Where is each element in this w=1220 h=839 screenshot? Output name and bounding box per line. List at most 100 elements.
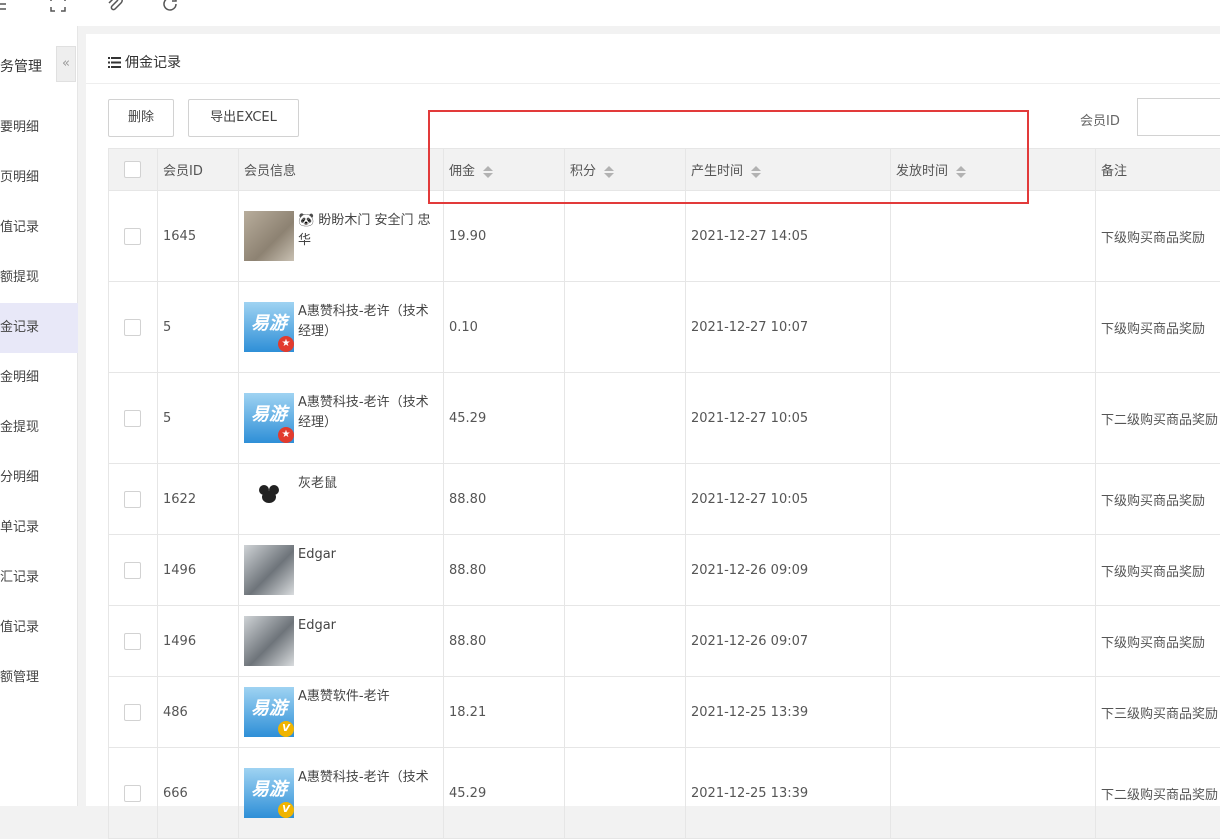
header-member-id: 会员ID bbox=[158, 149, 239, 191]
member-info: 易游★A惠赞科技-老许（技术经理） bbox=[244, 393, 438, 433]
cell-issued-time bbox=[891, 606, 1096, 677]
export-excel-button[interactable]: 导出EXCEL bbox=[188, 99, 299, 137]
collapse-icon[interactable]: « bbox=[56, 46, 76, 82]
cell-remark: 下二级购买商品奖励 bbox=[1096, 748, 1220, 839]
table-row: 5 易游★A惠赞科技-老许（技术经理） 0.10 2021-12-27 10:0… bbox=[109, 282, 1220, 373]
row-checkbox[interactable] bbox=[124, 562, 141, 579]
cell-points bbox=[565, 464, 686, 535]
avatar: 易游V bbox=[244, 687, 294, 737]
cell-commission: 18.21 bbox=[444, 677, 565, 748]
flag-icon: ★ bbox=[278, 427, 294, 443]
cell-member-id: 1645 bbox=[158, 191, 239, 282]
member-name: A惠赞科技-老许（技术经理） bbox=[298, 304, 429, 339]
avatar-text: 易游 bbox=[251, 404, 287, 425]
sidebar-item-active[interactable]: 金记录 bbox=[0, 303, 78, 353]
mouse-logo-icon bbox=[244, 474, 294, 524]
annotation-highlight-box bbox=[428, 110, 1029, 204]
sidebar-item[interactable]: 值记录 bbox=[0, 203, 78, 253]
table-row: 1496 Edgar 88.80 2021-12-26 09:07 下级购买商品… bbox=[109, 606, 1220, 677]
cell-commission: 88.80 bbox=[444, 606, 565, 677]
cell-points bbox=[565, 191, 686, 282]
v-badge-icon: V bbox=[278, 802, 294, 818]
cell-points bbox=[565, 606, 686, 677]
avatar: 易游 ★ bbox=[244, 393, 294, 443]
member-info: 易游★A惠赞科技-老许（技术经理） bbox=[244, 302, 438, 342]
cell-points bbox=[565, 373, 686, 464]
sidebar-item[interactable]: 要明细 bbox=[0, 103, 78, 153]
member-name: Edgar bbox=[298, 618, 336, 633]
table-row: 1496 Edgar 88.80 2021-12-26 09:09 下级购买商品… bbox=[109, 535, 1220, 606]
avatar-text: 易游 bbox=[251, 698, 287, 719]
cell-issued-time bbox=[891, 373, 1096, 464]
cell-commission: 0.10 bbox=[444, 282, 565, 373]
cell-created-time: 2021-12-26 09:09 bbox=[686, 535, 891, 606]
fullscreen-icon[interactable] bbox=[48, 0, 68, 14]
row-checkbox[interactable] bbox=[124, 228, 141, 245]
avatar bbox=[244, 545, 294, 595]
cell-member-id: 5 bbox=[158, 282, 239, 373]
avatar-text: 易游 bbox=[251, 313, 287, 334]
sidebar-title: 务管理 bbox=[0, 56, 42, 76]
sidebar-item[interactable]: 页明细 bbox=[0, 153, 78, 203]
top-toolbar bbox=[0, 0, 1220, 26]
member-info: 灰老鼠 bbox=[244, 474, 438, 494]
sidebar-item[interactable]: 金明细 bbox=[0, 353, 78, 403]
member-name: 🐼 盼盼木门 安全门 忠华 bbox=[298, 213, 431, 248]
sidebar-item[interactable]: 单记录 bbox=[0, 503, 78, 553]
sidebar-item[interactable]: 金提现 bbox=[0, 403, 78, 453]
member-id-label: 会员ID bbox=[1080, 110, 1120, 129]
commission-table: 会员ID 会员信息 佣金 积分 产生时间 发放时间 备注 1645 🐼 盼盼木门… bbox=[108, 148, 1220, 839]
cell-created-time: 2021-12-27 10:05 bbox=[686, 373, 891, 464]
cell-member-id: 1496 bbox=[158, 535, 239, 606]
panel-header: 佣金记录 bbox=[86, 34, 1220, 84]
avatar bbox=[244, 474, 294, 524]
cell-created-time: 2021-12-27 10:07 bbox=[686, 282, 891, 373]
cell-commission: 45.29 bbox=[444, 373, 565, 464]
sidebar-item[interactable]: 分明细 bbox=[0, 453, 78, 503]
cell-member-id: 666 bbox=[158, 748, 239, 839]
table-row: 5 易游★A惠赞科技-老许（技术经理） 45.29 2021-12-27 10:… bbox=[109, 373, 1220, 464]
cell-remark: 下级购买商品奖励 bbox=[1096, 535, 1220, 606]
refresh-icon[interactable] bbox=[160, 0, 180, 14]
cell-remark: 下级购买商品奖励 bbox=[1096, 191, 1220, 282]
row-checkbox[interactable] bbox=[124, 785, 141, 802]
page-title: 佣金记录 bbox=[108, 52, 181, 72]
sidebar-item[interactable]: 额管理 bbox=[0, 653, 78, 703]
member-info: Edgar bbox=[244, 545, 438, 565]
avatar-text: 易游 bbox=[251, 779, 287, 800]
cell-issued-time bbox=[891, 677, 1096, 748]
cell-issued-time bbox=[891, 748, 1096, 839]
member-info: Edgar bbox=[244, 616, 438, 636]
cell-remark: 下级购买商品奖励 bbox=[1096, 282, 1220, 373]
sidebar-item[interactable]: 额提现 bbox=[0, 253, 78, 303]
row-checkbox[interactable] bbox=[124, 491, 141, 508]
sidebar: 务管理 « 要明细 页明细 值记录 额提现 金记录 金明细 金提现 分明细 单记… bbox=[0, 26, 78, 806]
cell-issued-time bbox=[891, 282, 1096, 373]
row-checkbox[interactable] bbox=[124, 410, 141, 427]
select-all-checkbox[interactable] bbox=[124, 161, 141, 178]
delete-button[interactable]: 删除 bbox=[108, 99, 174, 137]
sidebar-item[interactable]: 值记录 bbox=[0, 603, 78, 653]
paperclip-icon[interactable] bbox=[104, 0, 124, 14]
row-checkbox[interactable] bbox=[124, 704, 141, 721]
avatar: 易游 V bbox=[244, 768, 294, 818]
row-checkbox[interactable] bbox=[124, 633, 141, 650]
row-checkbox[interactable] bbox=[124, 319, 141, 336]
sidebar-item[interactable]: 汇记录 bbox=[0, 553, 78, 603]
cell-commission: 45.29 bbox=[444, 748, 565, 839]
member-id-input[interactable] bbox=[1137, 98, 1220, 136]
cell-remark: 下级购买商品奖励 bbox=[1096, 464, 1220, 535]
member-info: 易游VA惠赞科技-老许（技术 bbox=[244, 768, 438, 788]
header-remark: 备注 bbox=[1096, 149, 1220, 191]
cell-issued-time bbox=[891, 535, 1096, 606]
cell-points bbox=[565, 282, 686, 373]
cell-issued-time bbox=[891, 191, 1096, 282]
cell-member-id: 486 bbox=[158, 677, 239, 748]
menu-icon[interactable] bbox=[0, 0, 10, 14]
member-info: 易游VA惠赞软件-老许 bbox=[244, 687, 438, 707]
cell-commission: 88.80 bbox=[444, 464, 565, 535]
cell-remark: 下级购买商品奖励 bbox=[1096, 606, 1220, 677]
cell-created-time: 2021-12-27 14:05 bbox=[686, 191, 891, 282]
avatar: 易游★ bbox=[244, 302, 294, 352]
member-info: 🐼 盼盼木门 安全门 忠华 bbox=[244, 211, 438, 251]
